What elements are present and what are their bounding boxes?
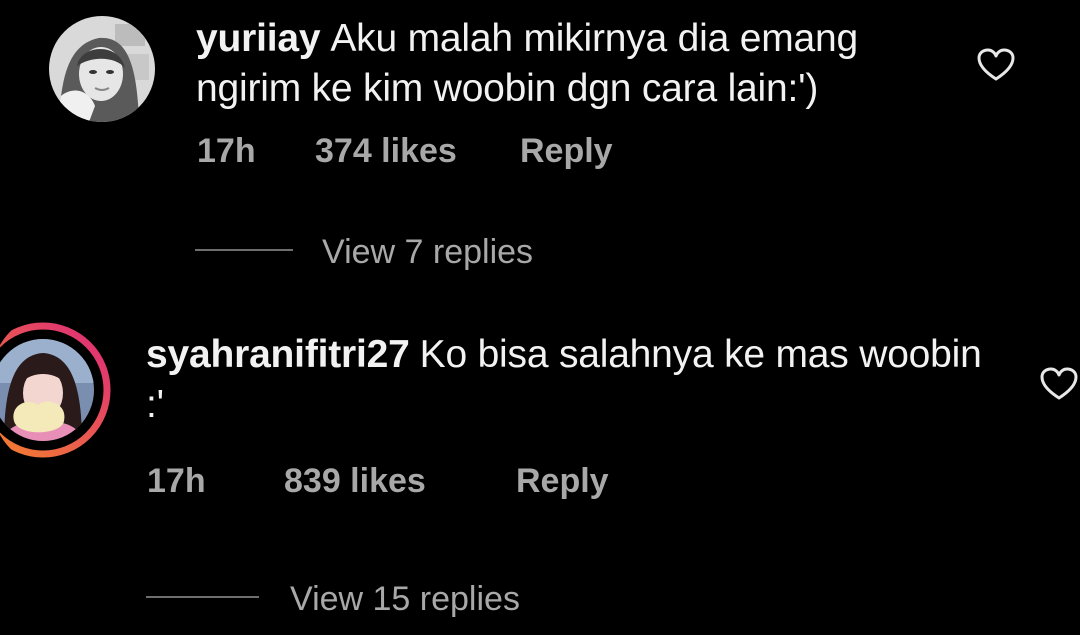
- view-replies-button[interactable]: View 7 replies: [322, 232, 533, 272]
- avatar-photo: [49, 16, 155, 122]
- comment-timestamp[interactable]: 17h: [147, 461, 206, 501]
- heart-outline-icon[interactable]: [1040, 367, 1078, 401]
- comment-text-block: yuriiay Aku malah mikirnya dia emang ngir…: [196, 14, 936, 114]
- reply-button[interactable]: Reply: [516, 461, 609, 501]
- comment-timestamp[interactable]: 17h: [197, 131, 256, 171]
- like-count[interactable]: 374 likes: [315, 131, 457, 171]
- avatar[interactable]: [49, 16, 155, 122]
- like-count[interactable]: 839 likes: [284, 461, 426, 501]
- comment-item: syahranifitri27 Ko bisa salahnya ke mas w…: [0, 300, 1080, 635]
- comment-item: yuriiay Aku malah mikirnya dia emang ngir…: [0, 0, 1080, 290]
- view-replies-button[interactable]: View 15 replies: [290, 579, 520, 619]
- comment-username[interactable]: yuriiay: [196, 17, 321, 60]
- comment-text-block: syahranifitri27 Ko bisa salahnya ke mas w…: [146, 330, 1006, 430]
- heart-outline-icon[interactable]: [977, 48, 1015, 82]
- avatar[interactable]: [0, 313, 115, 467]
- replies-divider: [146, 596, 259, 598]
- reply-button[interactable]: Reply: [520, 131, 613, 171]
- story-ring-avatar: [0, 322, 111, 458]
- comment-username[interactable]: syahranifitri27: [146, 333, 410, 376]
- replies-divider: [195, 249, 293, 251]
